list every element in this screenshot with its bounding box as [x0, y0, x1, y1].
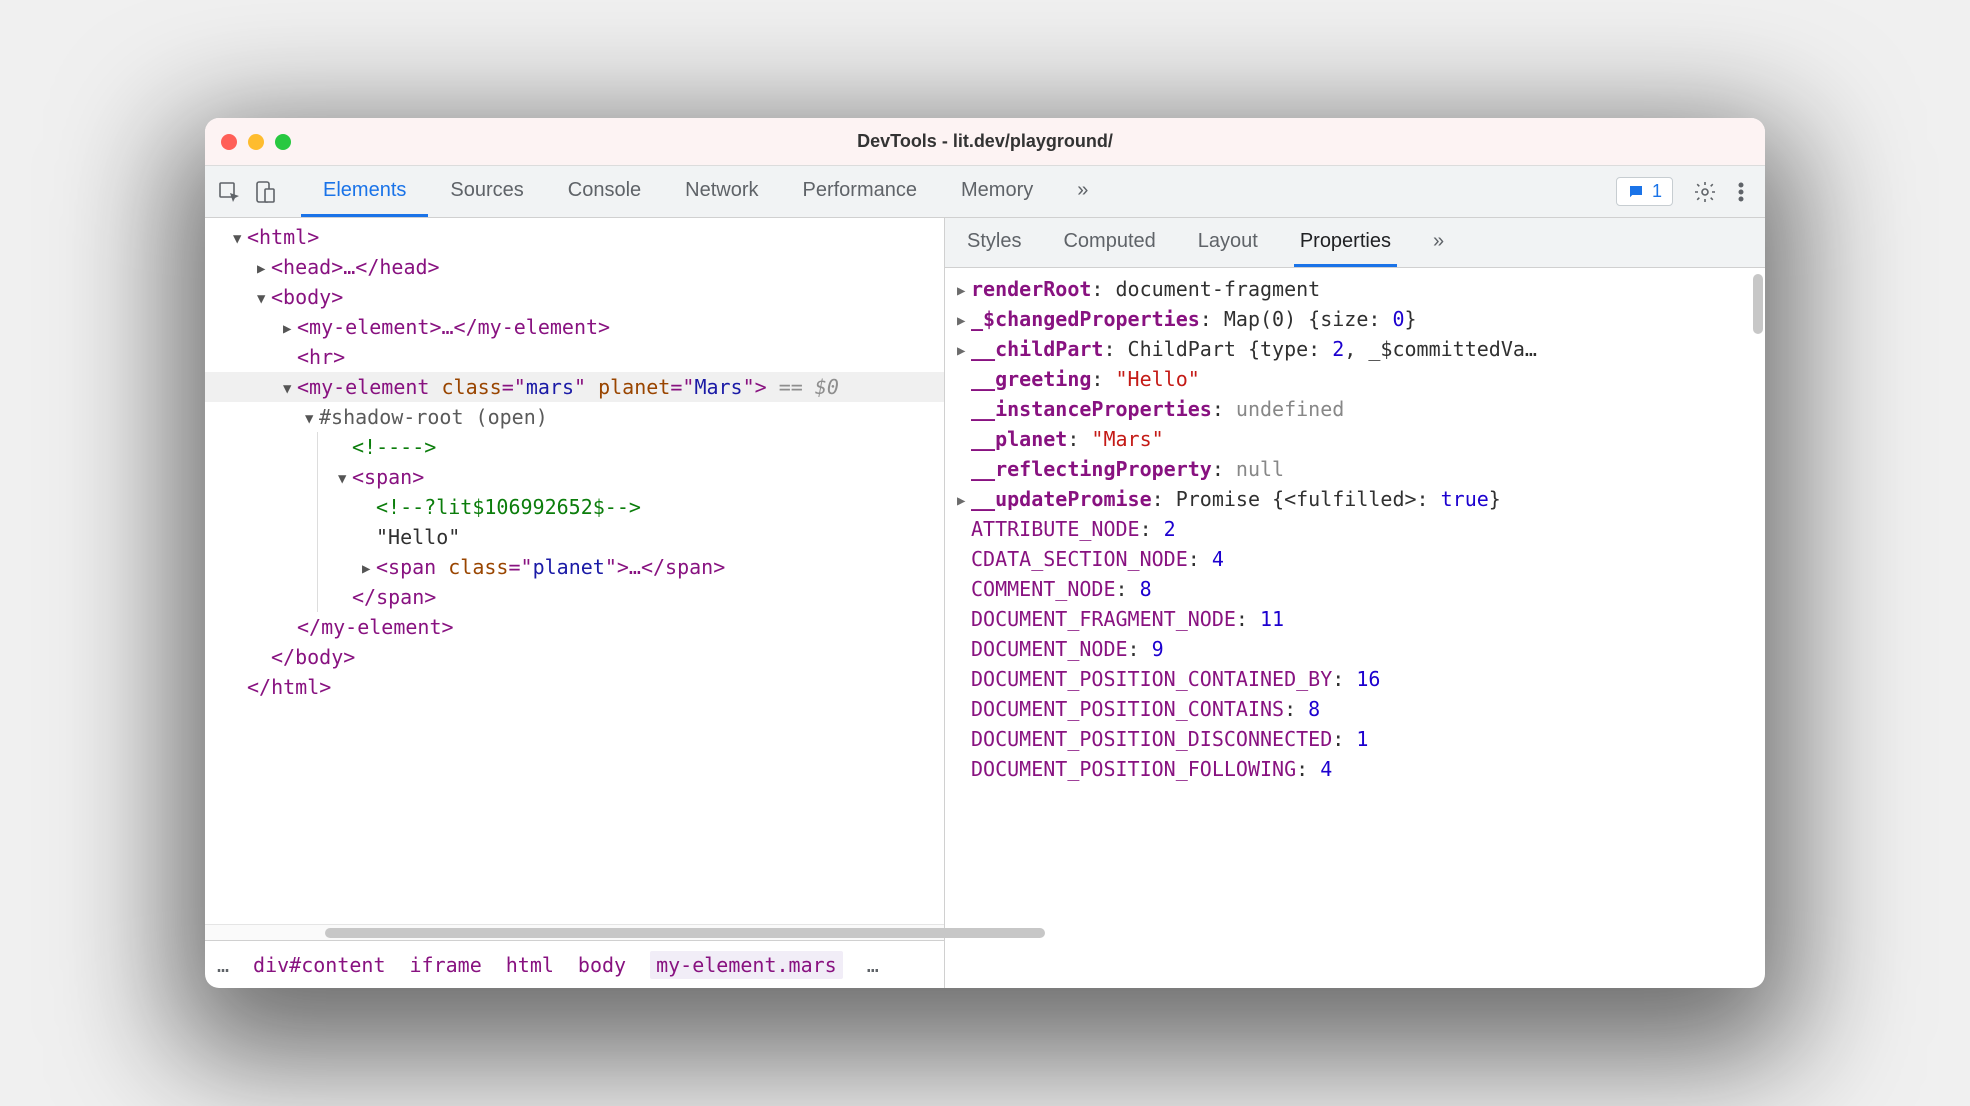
properties-panel[interactable]: ▶renderRoot: document-fragment▶_$changed… — [945, 268, 1765, 988]
breadcrumb-item[interactable]: div#content — [253, 953, 385, 977]
property-row[interactable]: __reflectingProperty: null — [949, 454, 1765, 484]
main-tab-elements[interactable]: Elements — [301, 166, 428, 217]
breadcrumb-item[interactable]: iframe — [410, 953, 482, 977]
breadcrumb-item[interactable]: html — [506, 953, 554, 977]
main-tab-network[interactable]: Network — [663, 166, 780, 217]
split-view: ▼<html> ▶<head>…</head> ▼<body> ▶<my-ele… — [205, 218, 1765, 988]
property-row[interactable]: DOCUMENT_POSITION_CONTAINS: 8 — [949, 694, 1765, 724]
property-row[interactable]: __greeting: "Hello" — [949, 364, 1765, 394]
breadcrumb: … div#content iframe html body my-element.mar… — [205, 940, 944, 988]
issues-button[interactable]: 1 — [1616, 177, 1673, 206]
horizontal-scrollbar[interactable] — [205, 924, 944, 940]
main-tab-performance[interactable]: Performance — [781, 166, 940, 217]
devtools-window: DevTools - lit.dev/playground/ ElementsS… — [205, 118, 1765, 988]
breadcrumb-item[interactable]: … — [217, 953, 229, 977]
sidebar-panel: Styles Computed Layout Properties » ▶renderR… — [945, 218, 1765, 988]
issues-count: 1 — [1652, 181, 1662, 202]
sub-tab-layout[interactable]: Layout — [1192, 218, 1264, 267]
breadcrumb-item[interactable]: my-element.mars — [650, 951, 843, 979]
property-row[interactable]: __instanceProperties: undefined — [949, 394, 1765, 424]
property-row[interactable]: ▶__updatePromise: Promise {<fulfilled>: … — [949, 484, 1765, 514]
sidebar-tabstrip: Styles Computed Layout Properties » — [945, 218, 1765, 268]
sub-tab-styles[interactable]: Styles — [961, 218, 1027, 267]
settings-icon[interactable] — [1691, 178, 1719, 206]
device-toggle-icon[interactable] — [251, 178, 279, 206]
property-row[interactable]: DOCUMENT_NODE: 9 — [949, 634, 1765, 664]
property-row[interactable]: DOCUMENT_POSITION_DISCONNECTED: 1 — [949, 724, 1765, 754]
vertical-scrollbar[interactable] — [1753, 274, 1763, 334]
elements-panel: ▼<html> ▶<head>…</head> ▼<body> ▶<my-ele… — [205, 218, 945, 988]
sub-tab-»[interactable]: » — [1427, 218, 1450, 267]
breadcrumb-item[interactable]: body — [578, 953, 626, 977]
minimize-window-button[interactable] — [248, 134, 264, 150]
window-controls — [221, 134, 291, 150]
devtools-toolbar: ElementsSourcesConsoleNetworkPerformance… — [205, 166, 1765, 218]
main-tab-memory[interactable]: Memory — [939, 166, 1055, 217]
main-tab-console[interactable]: Console — [546, 166, 663, 217]
sub-tab-computed[interactable]: Computed — [1057, 218, 1161, 267]
main-tab-sources[interactable]: Sources — [428, 166, 545, 217]
property-row[interactable]: DOCUMENT_POSITION_FOLLOWING: 4 — [949, 754, 1765, 784]
property-row[interactable]: ▶__childPart: ChildPart {type: 2, _$comm… — [949, 334, 1765, 364]
property-row[interactable]: ▶_$changedProperties: Map(0) {size: 0} — [949, 304, 1765, 334]
maximize-window-button[interactable] — [275, 134, 291, 150]
property-row[interactable]: ▶renderRoot: document-fragment — [949, 274, 1765, 304]
main-tab-»[interactable]: » — [1055, 166, 1110, 217]
property-row[interactable]: DOCUMENT_FRAGMENT_NODE: 11 — [949, 604, 1765, 634]
selected-dom-node[interactable]: ▼<my-element class="mars" planet="Mars">… — [205, 372, 944, 402]
property-row[interactable]: ATTRIBUTE_NODE: 2 — [949, 514, 1765, 544]
property-row[interactable]: __planet: "Mars" — [949, 424, 1765, 454]
window-title: DevTools - lit.dev/playground/ — [205, 131, 1765, 152]
inspect-element-icon[interactable] — [215, 178, 243, 206]
sub-tab-properties[interactable]: Properties — [1294, 218, 1397, 267]
property-row[interactable]: CDATA_SECTION_NODE: 4 — [949, 544, 1765, 574]
more-icon[interactable] — [1727, 178, 1755, 206]
window-titlebar: DevTools - lit.dev/playground/ — [205, 118, 1765, 166]
property-row[interactable]: DOCUMENT_POSITION_CONTAINED_BY: 16 — [949, 664, 1765, 694]
breadcrumb-item[interactable]: … — [867, 953, 879, 977]
property-row[interactable]: COMMENT_NODE: 8 — [949, 574, 1765, 604]
dom-tree[interactable]: ▼<html> ▶<head>…</head> ▼<body> ▶<my-ele… — [205, 218, 944, 924]
close-window-button[interactable] — [221, 134, 237, 150]
main-tabstrip: ElementsSourcesConsoleNetworkPerformance… — [301, 166, 1110, 217]
